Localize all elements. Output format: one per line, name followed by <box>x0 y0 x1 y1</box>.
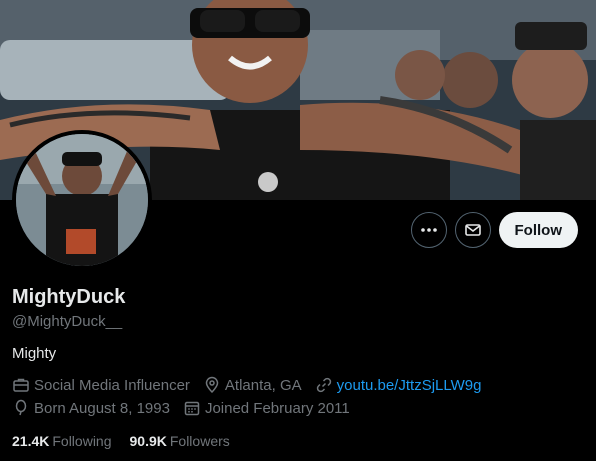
website-item[interactable]: youtu.be/JttzSjLLW9g <box>315 376 482 394</box>
more-button[interactable] <box>410 212 447 248</box>
website-link[interactable]: youtu.be/JttzSjLLW9g <box>337 377 482 394</box>
location-label: Atlanta, GA <box>224 376 302 394</box>
calendar-icon <box>184 401 200 416</box>
briefcase-icon <box>13 378 29 392</box>
display-name: MightyDuck <box>12 286 126 308</box>
more-icon <box>420 228 437 232</box>
category-item: Social Media Influencer <box>12 376 190 394</box>
follow-button[interactable]: Follow <box>498 212 578 248</box>
link-icon <box>316 377 331 393</box>
following-stat[interactable]: 21.4K Following <box>12 433 112 449</box>
joined-item: Joined February 2011 <box>183 399 350 417</box>
follow-stats: 21.4K Following 90.9K Followers <box>12 433 248 449</box>
followers-stat[interactable]: 90.9K Followers <box>130 433 230 449</box>
mail-icon <box>464 224 481 236</box>
profile-avatar[interactable] <box>12 130 152 270</box>
message-button[interactable] <box>454 212 491 248</box>
profile-bio: Mighty <box>12 345 57 362</box>
category-label: Social Media Influencer <box>34 376 190 394</box>
followers-count: 90.9K <box>129 433 167 449</box>
birthday-label: Born August 8, 1993 <box>34 399 170 417</box>
followers-label: Followers <box>169 433 230 449</box>
following-count: 21.4K <box>12 433 50 449</box>
joined-label: Joined February 2011 <box>204 399 350 417</box>
profile-actions: Follow <box>410 212 578 248</box>
location-item: Atlanta, GA <box>203 376 302 394</box>
location-pin-icon <box>205 376 219 394</box>
following-label: Following <box>52 433 112 449</box>
birthday-item: Born August 8, 1993 <box>12 399 170 417</box>
profile-meta-row: Social Media Influencer Atlanta, GA yout… <box>12 376 494 394</box>
user-handle: @MightyDuck__ <box>12 313 123 330</box>
profile-meta-row-2: Born August 8, 1993 Joined February 2011 <box>12 399 363 417</box>
balloon-icon <box>15 399 27 416</box>
